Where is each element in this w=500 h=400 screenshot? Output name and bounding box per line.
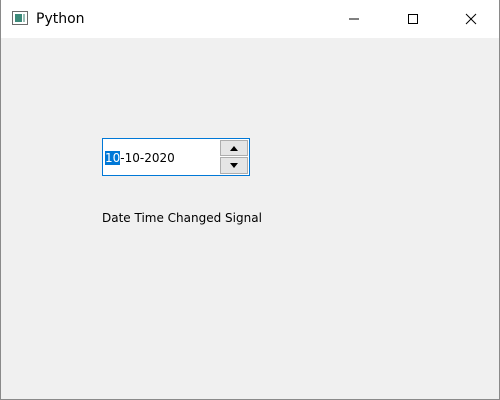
- down-arrow-icon: [230, 163, 238, 168]
- status-label: Date Time Changed Signal: [102, 211, 262, 225]
- date-remaining-text[interactable]: -10-2020: [120, 151, 174, 165]
- title-bar[interactable]: Python: [1, 0, 499, 38]
- date-time-edit[interactable]: 10-10-2020: [102, 138, 250, 176]
- maximize-icon: [408, 14, 418, 24]
- spin-down-button[interactable]: [220, 157, 248, 174]
- close-icon: [465, 13, 477, 25]
- minimize-button[interactable]: [331, 0, 377, 38]
- maximize-button[interactable]: [390, 0, 436, 38]
- minimize-icon: [349, 18, 359, 20]
- spin-box: [220, 140, 248, 174]
- client-area: 10-10-2020 Date Time Changed Signal: [1, 38, 499, 399]
- up-arrow-icon: [230, 145, 238, 151]
- date-value[interactable]: 10-10-2020: [105, 150, 175, 166]
- app-window: Python 10-10-2020 Date Time Changed Sign…: [0, 0, 500, 400]
- spin-up-button[interactable]: [220, 140, 248, 156]
- date-day-segment[interactable]: 10: [105, 151, 121, 165]
- window-title: Python: [36, 11, 85, 27]
- close-button[interactable]: [448, 0, 494, 38]
- app-icon: [12, 11, 28, 25]
